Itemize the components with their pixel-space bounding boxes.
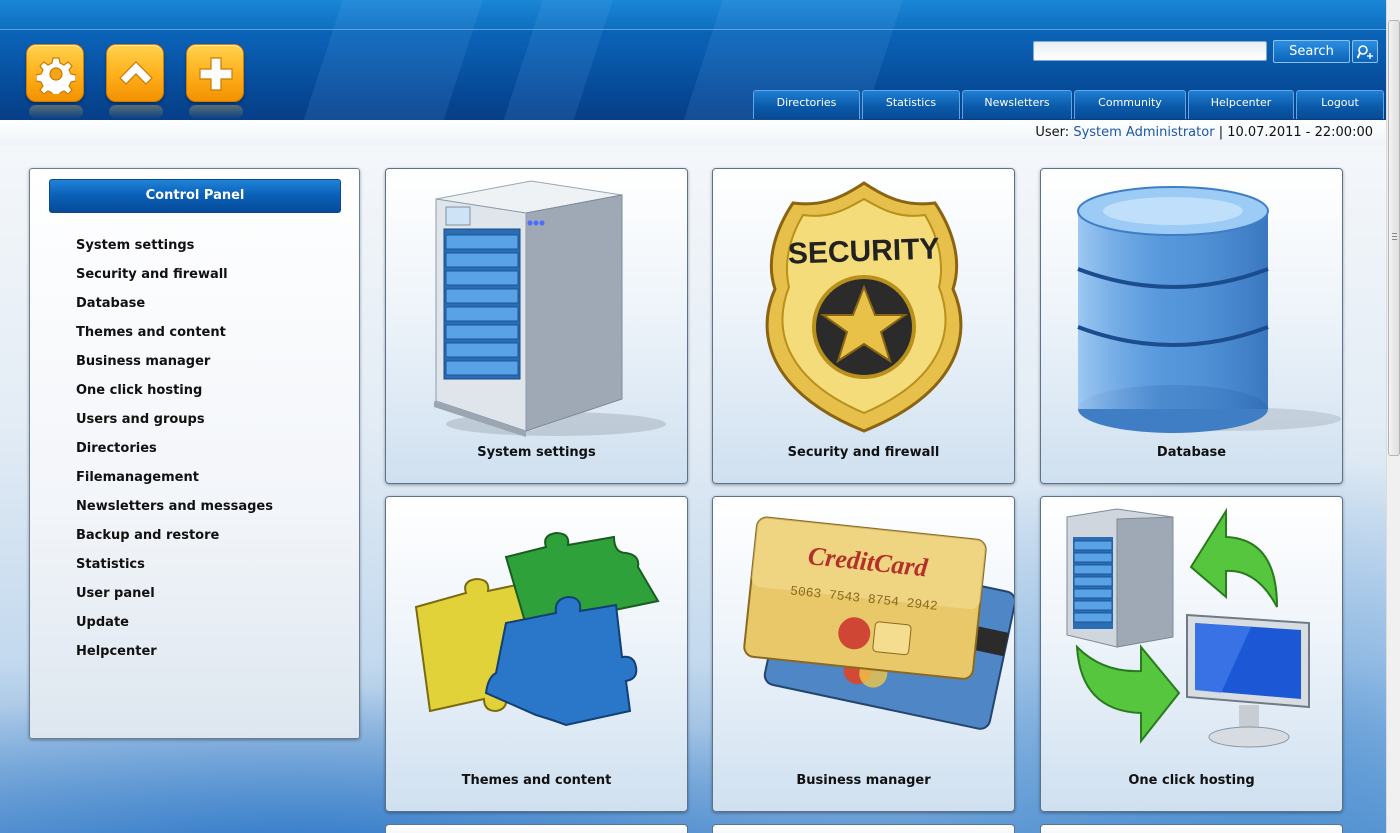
home-quick-button[interactable] [106, 44, 164, 119]
plus-icon [199, 57, 233, 91]
scrollbar-thumb[interactable] [1388, 20, 1400, 456]
security-badge-icon: SECURITY [765, 181, 963, 433]
user-separator: | [1218, 125, 1224, 140]
button-reflection [109, 105, 163, 119]
nav-tab-statistics[interactable]: Statistics [862, 90, 960, 119]
tile-label: Database [1156, 445, 1227, 460]
tile-label: One click hosting [1128, 773, 1255, 788]
tile-row-3-first[interactable] [385, 824, 688, 833]
nav-tab-directories[interactable]: Directories [753, 90, 860, 119]
user-name-link[interactable]: System Administrator [1073, 125, 1214, 140]
database-icon [1077, 186, 1341, 433]
hosting-sync-icon [1066, 507, 1310, 748]
tile-row-3-third[interactable] [1040, 824, 1343, 833]
sidebar-item-themes-content[interactable]: Themes and content [76, 324, 226, 342]
sidebar-title: Control Panel [49, 179, 341, 213]
server-icon [434, 180, 666, 437]
advanced-search-button[interactable] [1352, 40, 1378, 63]
search-input[interactable] [1033, 41, 1267, 61]
main-navigation: Directories Statistics Newsletters Commu… [753, 90, 1386, 119]
vertical-scrollbar[interactable] [1386, 0, 1400, 833]
sidebar-item-filemanagement[interactable]: Filemanagement [76, 469, 199, 487]
user-info: User: System Administrator | 10.07.2011 … [1035, 125, 1373, 140]
add-quick-button[interactable] [186, 44, 244, 119]
gear-icon [36, 57, 76, 94]
sidebar-item-business-manager[interactable]: Business manager [76, 353, 210, 371]
sidebar-item-user-panel[interactable]: User panel [76, 585, 155, 603]
button-reflection [29, 105, 83, 119]
tile-security-firewall[interactable]: SECURITY Security and firewall [712, 168, 1015, 484]
tile-one-click-hosting[interactable]: One click hosting [1040, 496, 1343, 812]
button-reflection [189, 105, 243, 119]
sidebar-item-statistics[interactable]: Statistics [76, 556, 145, 574]
tile-label: Business manager [796, 773, 931, 788]
sidebar-item-one-click-hosting[interactable]: One click hosting [76, 382, 202, 400]
tile-label: Security and firewall [787, 445, 940, 460]
header-top-band [0, 0, 1400, 30]
tile-database[interactable]: Database [1040, 168, 1343, 484]
search-button[interactable]: Search [1273, 40, 1350, 63]
user-prefix: User: [1035, 125, 1070, 140]
puzzle-icon [414, 531, 660, 727]
tile-system-settings[interactable]: System settings [385, 168, 688, 484]
sidebar-item-newsletters-messages[interactable]: Newsletters and messages [76, 498, 273, 516]
sidebar-item-security-firewall[interactable]: Security and firewall [76, 266, 228, 284]
scrollbar-grip [1392, 233, 1397, 240]
sidebar-item-backup-restore[interactable]: Backup and restore [76, 527, 219, 545]
nav-tab-newsletters[interactable]: Newsletters [962, 90, 1072, 119]
sidebar-item-users-groups[interactable]: Users and groups [76, 411, 205, 429]
search-plus-icon [1357, 45, 1373, 59]
sidebar-item-helpcenter[interactable]: Helpcenter [76, 643, 157, 661]
control-panel-sidebar: Control Panel System settings Security a… [29, 168, 360, 739]
sidebar-item-update[interactable]: Update [76, 614, 129, 632]
nav-tab-community[interactable]: Community [1074, 90, 1186, 119]
tile-label: System settings [477, 445, 596, 460]
tile-label: Themes and content [461, 773, 612, 788]
user-datetime: 10.07.2011 - 22:00:00 [1227, 125, 1373, 140]
credit-card-icon: CreditCard 5063 7543 8754 2942 [743, 516, 1014, 730]
sidebar-item-directories[interactable]: Directories [76, 440, 157, 458]
nav-tab-logout[interactable]: Logout [1296, 90, 1384, 119]
settings-quick-button[interactable] [26, 44, 84, 119]
tile-themes-content[interactable]: Themes and content [385, 496, 688, 812]
sidebar-item-database[interactable]: Database [76, 295, 145, 313]
nav-tab-helpcenter[interactable]: Helpcenter [1188, 90, 1294, 119]
home-icon [119, 61, 153, 85]
header: Search Directories Statistics Newsletter… [0, 0, 1400, 120]
tile-business-manager[interactable]: CreditCard 5063 7543 8754 2942 Business … [712, 496, 1015, 812]
user-bar: User: System Administrator | 10.07.2011 … [0, 120, 1400, 146]
tile-row-3-second[interactable] [712, 824, 1015, 833]
badge-text: SECURITY [787, 232, 940, 270]
sidebar-item-system-settings[interactable]: System settings [76, 237, 194, 255]
